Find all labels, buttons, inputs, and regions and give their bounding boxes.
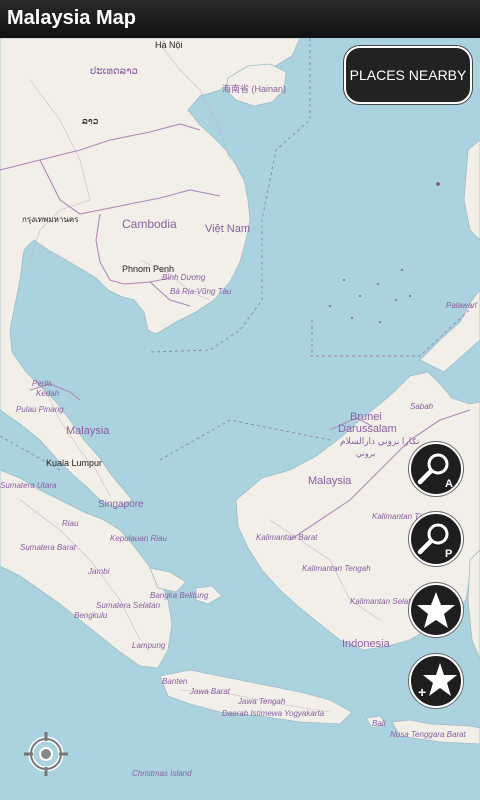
label-riau: Riau <box>62 519 79 528</box>
locate-me-button[interactable] <box>22 730 70 778</box>
label-lampung: Lampung <box>132 641 166 650</box>
favorites-button[interactable] <box>409 583 463 637</box>
search-p-badge: P <box>445 548 452 560</box>
search-a-badge: A <box>445 478 453 490</box>
star-icon <box>417 592 455 628</box>
label-banten: Banten <box>162 677 188 686</box>
label-binh-duong: Bình Dương <box>162 273 206 282</box>
map-view[interactable]: Hà Nội ປະເທດລາວ ລາວ 海南省 (Hainan) กรุงเทพ… <box>0 38 480 800</box>
label-singapore: Singapore <box>98 499 144 510</box>
label-bengkulu: Bengkulu <box>74 611 108 620</box>
label-pulau-pinang: Pulau Pinang <box>16 405 64 414</box>
label-malaysia-east: Malaysia <box>308 475 352 487</box>
search-p-icon: P <box>417 523 452 560</box>
label-kedah: Kedah <box>36 389 60 398</box>
label-sumatera-selatan: Sumatera Selatan <box>96 601 161 610</box>
label-kalimantan-tengah: Kalimantan Tengah <box>302 564 371 573</box>
label-hanoi: Hà Nội <box>155 40 183 50</box>
label-jambi: Jambi <box>87 567 110 576</box>
label-malaysia-west: Malaysia <box>66 425 110 437</box>
search-address-button[interactable]: A <box>409 442 463 496</box>
label-perlis: Perlis <box>32 379 52 388</box>
label-hainan: 海南省 (Hainan) <box>222 83 286 94</box>
label-brunei-arabic2: بروني <box>356 449 375 458</box>
label-bangka: Bangka Belitung <box>150 591 209 600</box>
search-a-icon: A <box>417 453 453 490</box>
label-indonesia: Indonesia <box>342 638 391 650</box>
label-sumatera-utara: Sumatera Utara <box>0 481 57 490</box>
label-ba-ria: Bà Rịa-Vũng Tàu <box>170 287 232 296</box>
star-plus-icon: + <box>418 663 457 700</box>
label-kepulauan-riau: Kepulauan Riau <box>110 534 167 543</box>
label-sabah: Sabah <box>410 402 434 411</box>
add-favorite-button[interactable]: + <box>409 654 463 708</box>
label-darussalam: Darussalam <box>338 423 397 435</box>
label-laos-script: ປະເທດລາວ <box>90 66 138 77</box>
label-bali: Bali <box>372 719 386 728</box>
title-bar: Malaysia Map <box>0 0 480 38</box>
label-jawa-barat: Jawa Barat <box>189 687 231 696</box>
add-favorite-badge: + <box>418 684 426 700</box>
label-kuala-lumpur: Kuala Lumpur <box>46 458 102 468</box>
label-laos2-script: ລາວ <box>82 116 99 126</box>
label-brunei-arabic: نݢارا بروني دارالسلام <box>340 436 419 447</box>
crosshair-icon <box>24 732 68 776</box>
label-vietnam: Việt Nam <box>205 223 250 235</box>
label-sumatera-barat: Sumatera Barat <box>20 543 77 552</box>
label-nusa-tenggara: Nusa Tenggara Barat <box>390 730 467 739</box>
app-title: Malaysia Map <box>7 7 136 29</box>
label-thai-script: กรุงเทพมหานคร <box>22 215 79 224</box>
label-brunei: Brunei <box>350 411 382 423</box>
label-cambodia: Cambodia <box>122 217 177 231</box>
places-nearby-button[interactable]: PLACES NEARBY <box>344 46 472 104</box>
label-jawa-tengah: Jawa Tengah <box>237 697 286 706</box>
label-christmas: Christmas Island <box>132 769 192 778</box>
label-kalimantan-barat: Kalimantan Barat <box>256 533 318 542</box>
label-yogyakarta: Daerah Istimewa Yogyakarta <box>222 709 325 718</box>
label-palawan: Palawan <box>446 301 477 310</box>
search-poi-button[interactable]: P <box>409 512 463 566</box>
